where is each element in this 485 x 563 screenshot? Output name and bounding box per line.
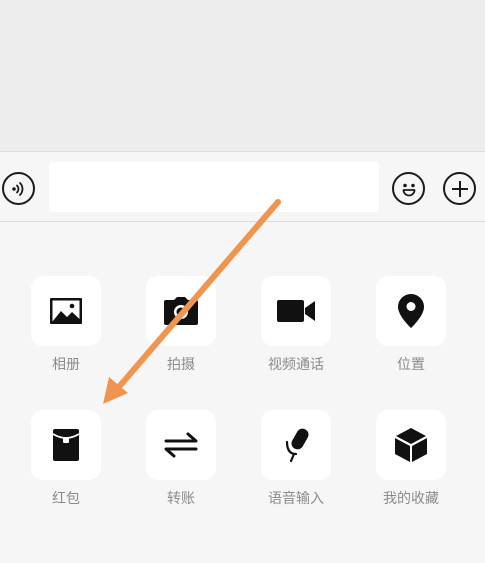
message-input[interactable] xyxy=(49,162,379,212)
location-pin-icon xyxy=(398,294,424,328)
video-call-tile[interactable]: 视频通话 xyxy=(248,276,344,376)
voice-input-label: 语音输入 xyxy=(268,491,324,507)
camera-tile[interactable]: 拍摄 xyxy=(133,276,229,376)
camera-label: 拍摄 xyxy=(167,357,195,373)
plus-icon xyxy=(451,180,468,197)
voice-toggle-button[interactable] xyxy=(2,172,35,205)
image-icon xyxy=(50,298,82,324)
video-call-button[interactable] xyxy=(261,276,331,346)
album-tile[interactable]: 相册 xyxy=(18,276,114,376)
emoji-button[interactable] xyxy=(392,172,425,205)
favorites-label: 我的收藏 xyxy=(383,491,439,507)
favorites-tile[interactable]: 我的收藏 xyxy=(363,410,459,510)
transfer-arrows-icon xyxy=(164,432,198,458)
voice-waves-icon xyxy=(11,181,23,196)
location-label: 位置 xyxy=(397,357,425,373)
location-button[interactable] xyxy=(376,276,446,346)
transfer-tile[interactable]: 转账 xyxy=(133,410,229,510)
camera-icon xyxy=(164,297,198,325)
video-call-label: 视频通话 xyxy=(268,357,324,373)
video-camera-icon xyxy=(277,300,315,322)
chat-input-bar xyxy=(0,151,485,222)
camera-button[interactable] xyxy=(146,276,216,346)
more-functions-panel: 相册 拍摄 视频通话 位置 红包 转账 语音输入 我的收藏 xyxy=(0,222,485,563)
red-packet-tile[interactable]: 红包 xyxy=(18,410,114,510)
red-packet-label: 红包 xyxy=(52,491,80,507)
red-packet-button[interactable] xyxy=(31,410,101,480)
transfer-button[interactable] xyxy=(146,410,216,480)
more-functions-button[interactable] xyxy=(443,172,476,205)
voice-input-button[interactable] xyxy=(261,410,331,480)
smiley-icon xyxy=(402,183,415,196)
album-button[interactable] xyxy=(31,276,101,346)
favorites-button[interactable] xyxy=(376,410,446,480)
voice-input-tile[interactable]: 语音输入 xyxy=(248,410,344,510)
transfer-label: 转账 xyxy=(167,491,195,507)
microphone-icon xyxy=(285,428,309,462)
chat-message-area xyxy=(0,0,485,151)
red-packet-icon xyxy=(53,429,79,461)
location-tile[interactable]: 位置 xyxy=(363,276,459,376)
album-label: 相册 xyxy=(52,357,80,373)
cube-icon xyxy=(395,428,427,462)
